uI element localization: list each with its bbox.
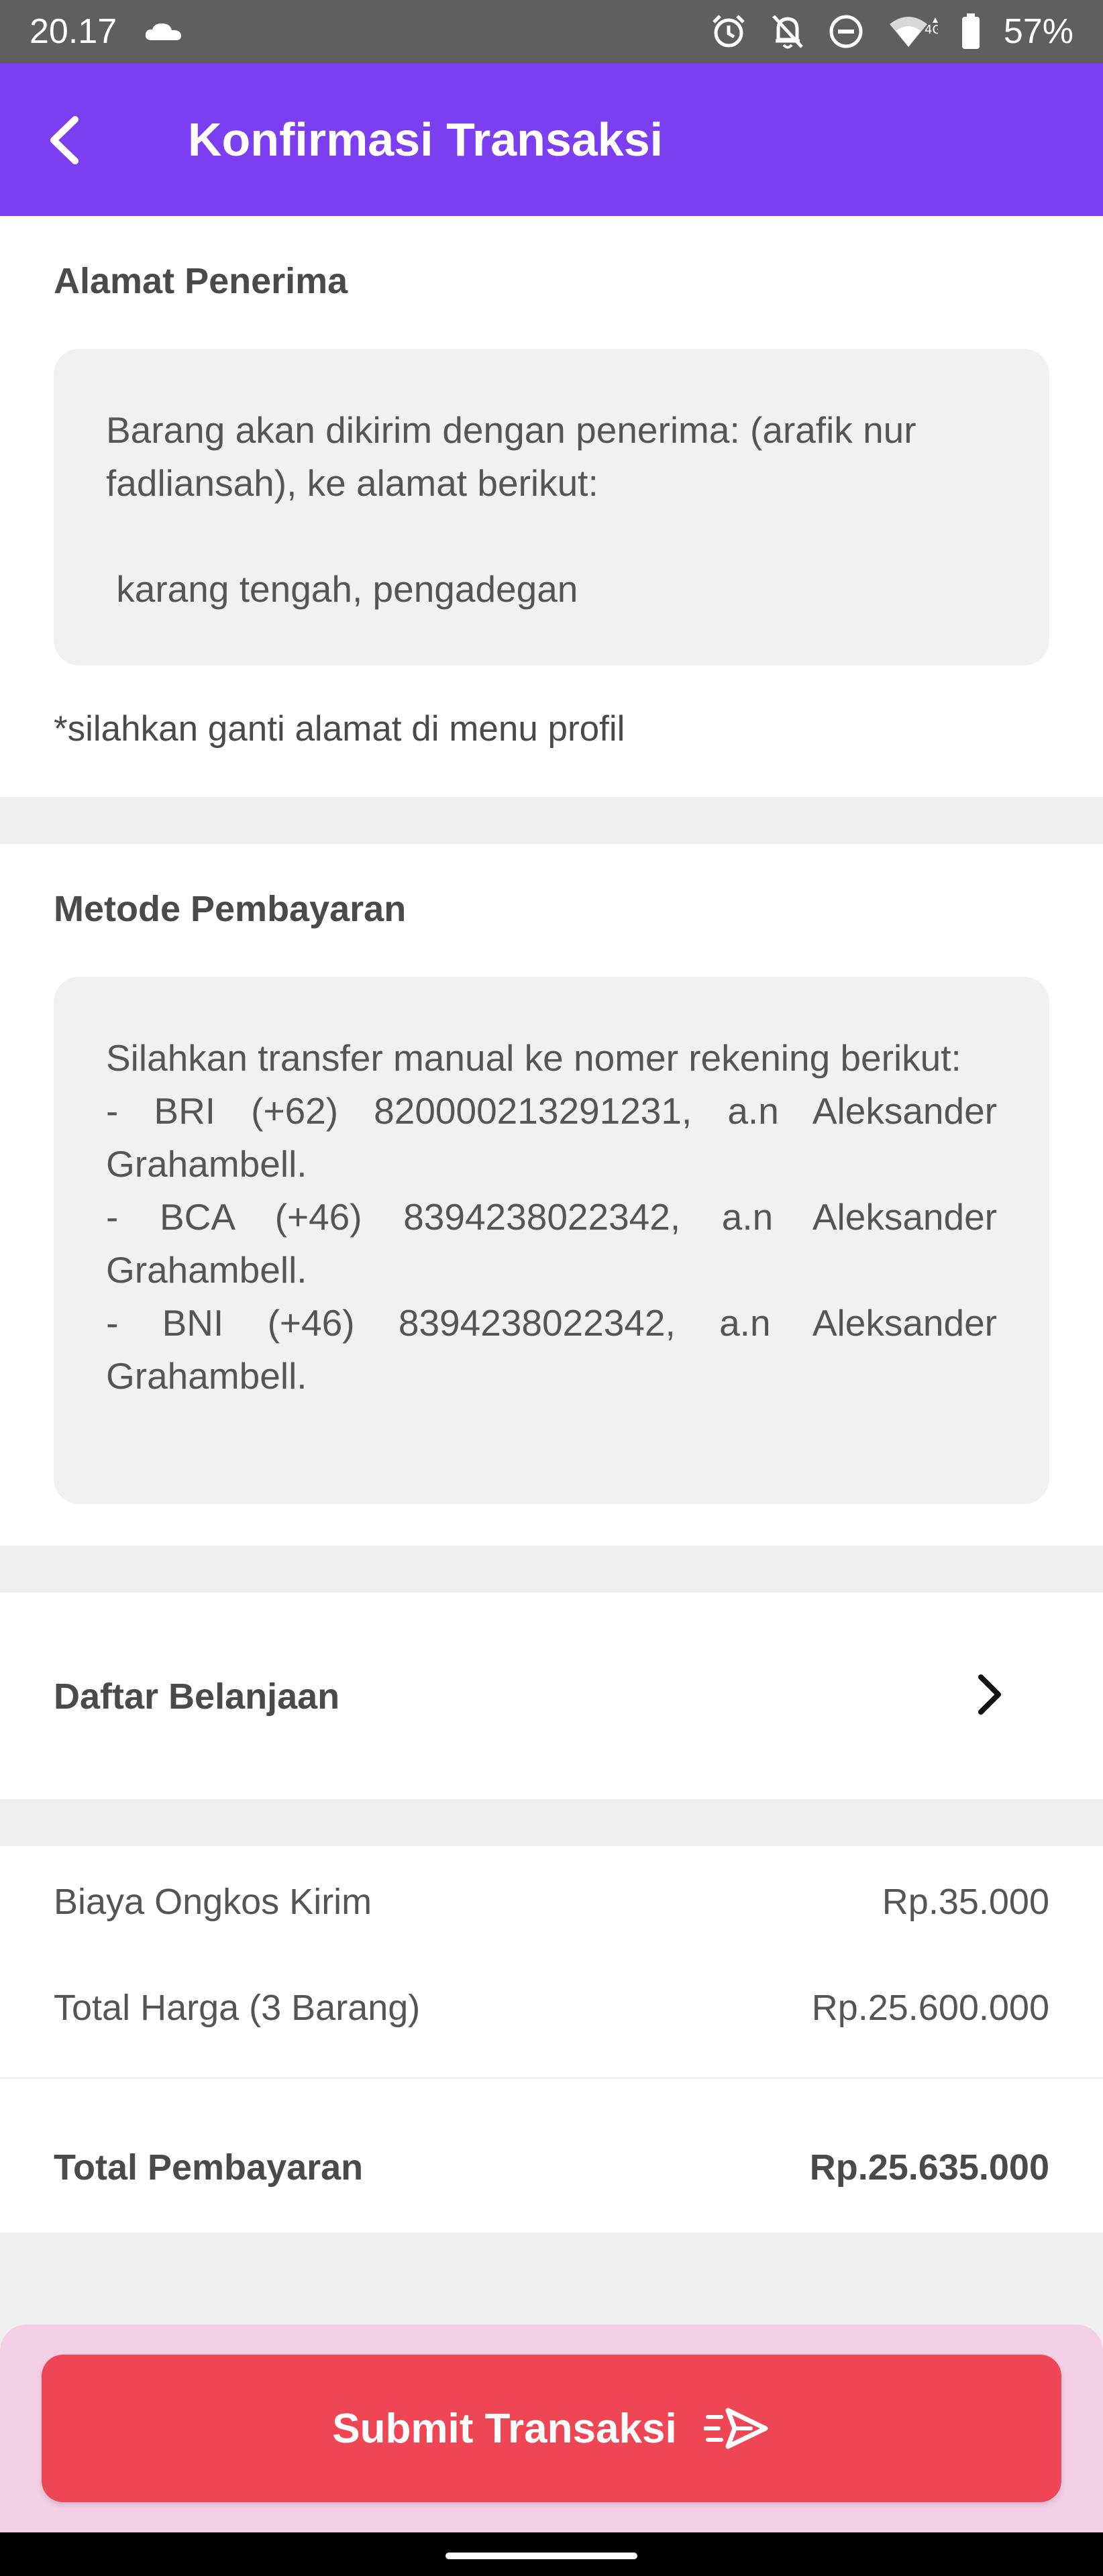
shipping-cost-label: Biaya Ongkos Kirim — [54, 1882, 372, 1922]
bell-off-icon — [772, 15, 803, 49]
status-bar: 20.17 4G 57% — [0, 0, 1103, 63]
address-note: *silahkan ganti alamat di menu profil — [54, 709, 625, 749]
chevron-left-icon[interactable] — [36, 110, 97, 170]
shopping-list-label: Daftar Belanjaan — [54, 1676, 340, 1717]
summary-divider — [0, 2077, 1103, 2079]
shipping-cost-value: Rp.35.000 — [882, 1882, 1049, 1922]
app-bar: Konfirmasi Transaksi — [0, 63, 1103, 216]
battery-icon — [961, 13, 980, 49]
address-section-title: Alamat Penerima — [54, 261, 348, 301]
payment-bank-bni: - BNI (+46) 8394238022342, a.n Aleksande… — [106, 1302, 997, 1397]
cloud-icon — [146, 23, 182, 40]
address-card: Alamat Penerima Barang akan dikirim deng… — [0, 216, 1103, 797]
shopping-list-row[interactable]: Daftar Belanjaan — [0, 1593, 1103, 1799]
payment-section-title: Metode Pembayaran — [54, 889, 407, 929]
grand-total-value: Rp.25.635.000 — [809, 2147, 1049, 2188]
payment-bank-bca: - BCA (+46) 8394238022342, a.n Aleksande… — [106, 1196, 997, 1291]
svg-text:4G: 4G — [925, 23, 938, 37]
address-box: Barang akan dikirim dengan penerima: (ar… — [54, 349, 1049, 665]
chevron-right-icon[interactable] — [969, 1672, 1009, 1717]
grand-total-label: Total Pembayaran — [54, 2147, 364, 2188]
system-navigation-bar — [0, 2532, 1103, 2576]
battery-percent: 57% — [1003, 12, 1073, 51]
send-icon — [703, 2408, 768, 2449]
address-detail-text: karang tengah, pengadegan — [106, 568, 578, 610]
dnd-icon — [829, 15, 863, 48]
submit-button-label: Submit Transaksi — [332, 2405, 677, 2452]
payment-box: Silahkan transfer manual ke nomer rekeni… — [54, 977, 1049, 1504]
items-total-value: Rp.25.600.000 — [811, 1988, 1049, 2028]
page-title: Konfirmasi Transaksi — [188, 113, 664, 166]
items-total-label: Total Harga (3 Barang) — [54, 1988, 421, 2028]
submit-transaction-button[interactable]: Submit Transaksi — [42, 2355, 1061, 2502]
payment-bank-bri: - BRI (+62) 820000213291231, a.n Aleksan… — [106, 1090, 997, 1185]
home-gesture-handle[interactable] — [445, 2553, 637, 2559]
payment-card: Metode Pembayaran Silahkan transfer manu… — [0, 844, 1103, 1546]
alarm-icon — [713, 15, 745, 48]
address-recipient-text: Barang akan dikirim dengan penerima: (ar… — [106, 409, 916, 504]
status-time: 20.17 — [30, 12, 117, 51]
wifi-icon: 4G — [889, 17, 938, 47]
payment-instruction-text: Silahkan transfer manual ke nomer rekeni… — [106, 1037, 961, 1079]
summary-card: Biaya Ongkos Kirim Rp.35.000 Total Harga… — [0, 1846, 1103, 2233]
